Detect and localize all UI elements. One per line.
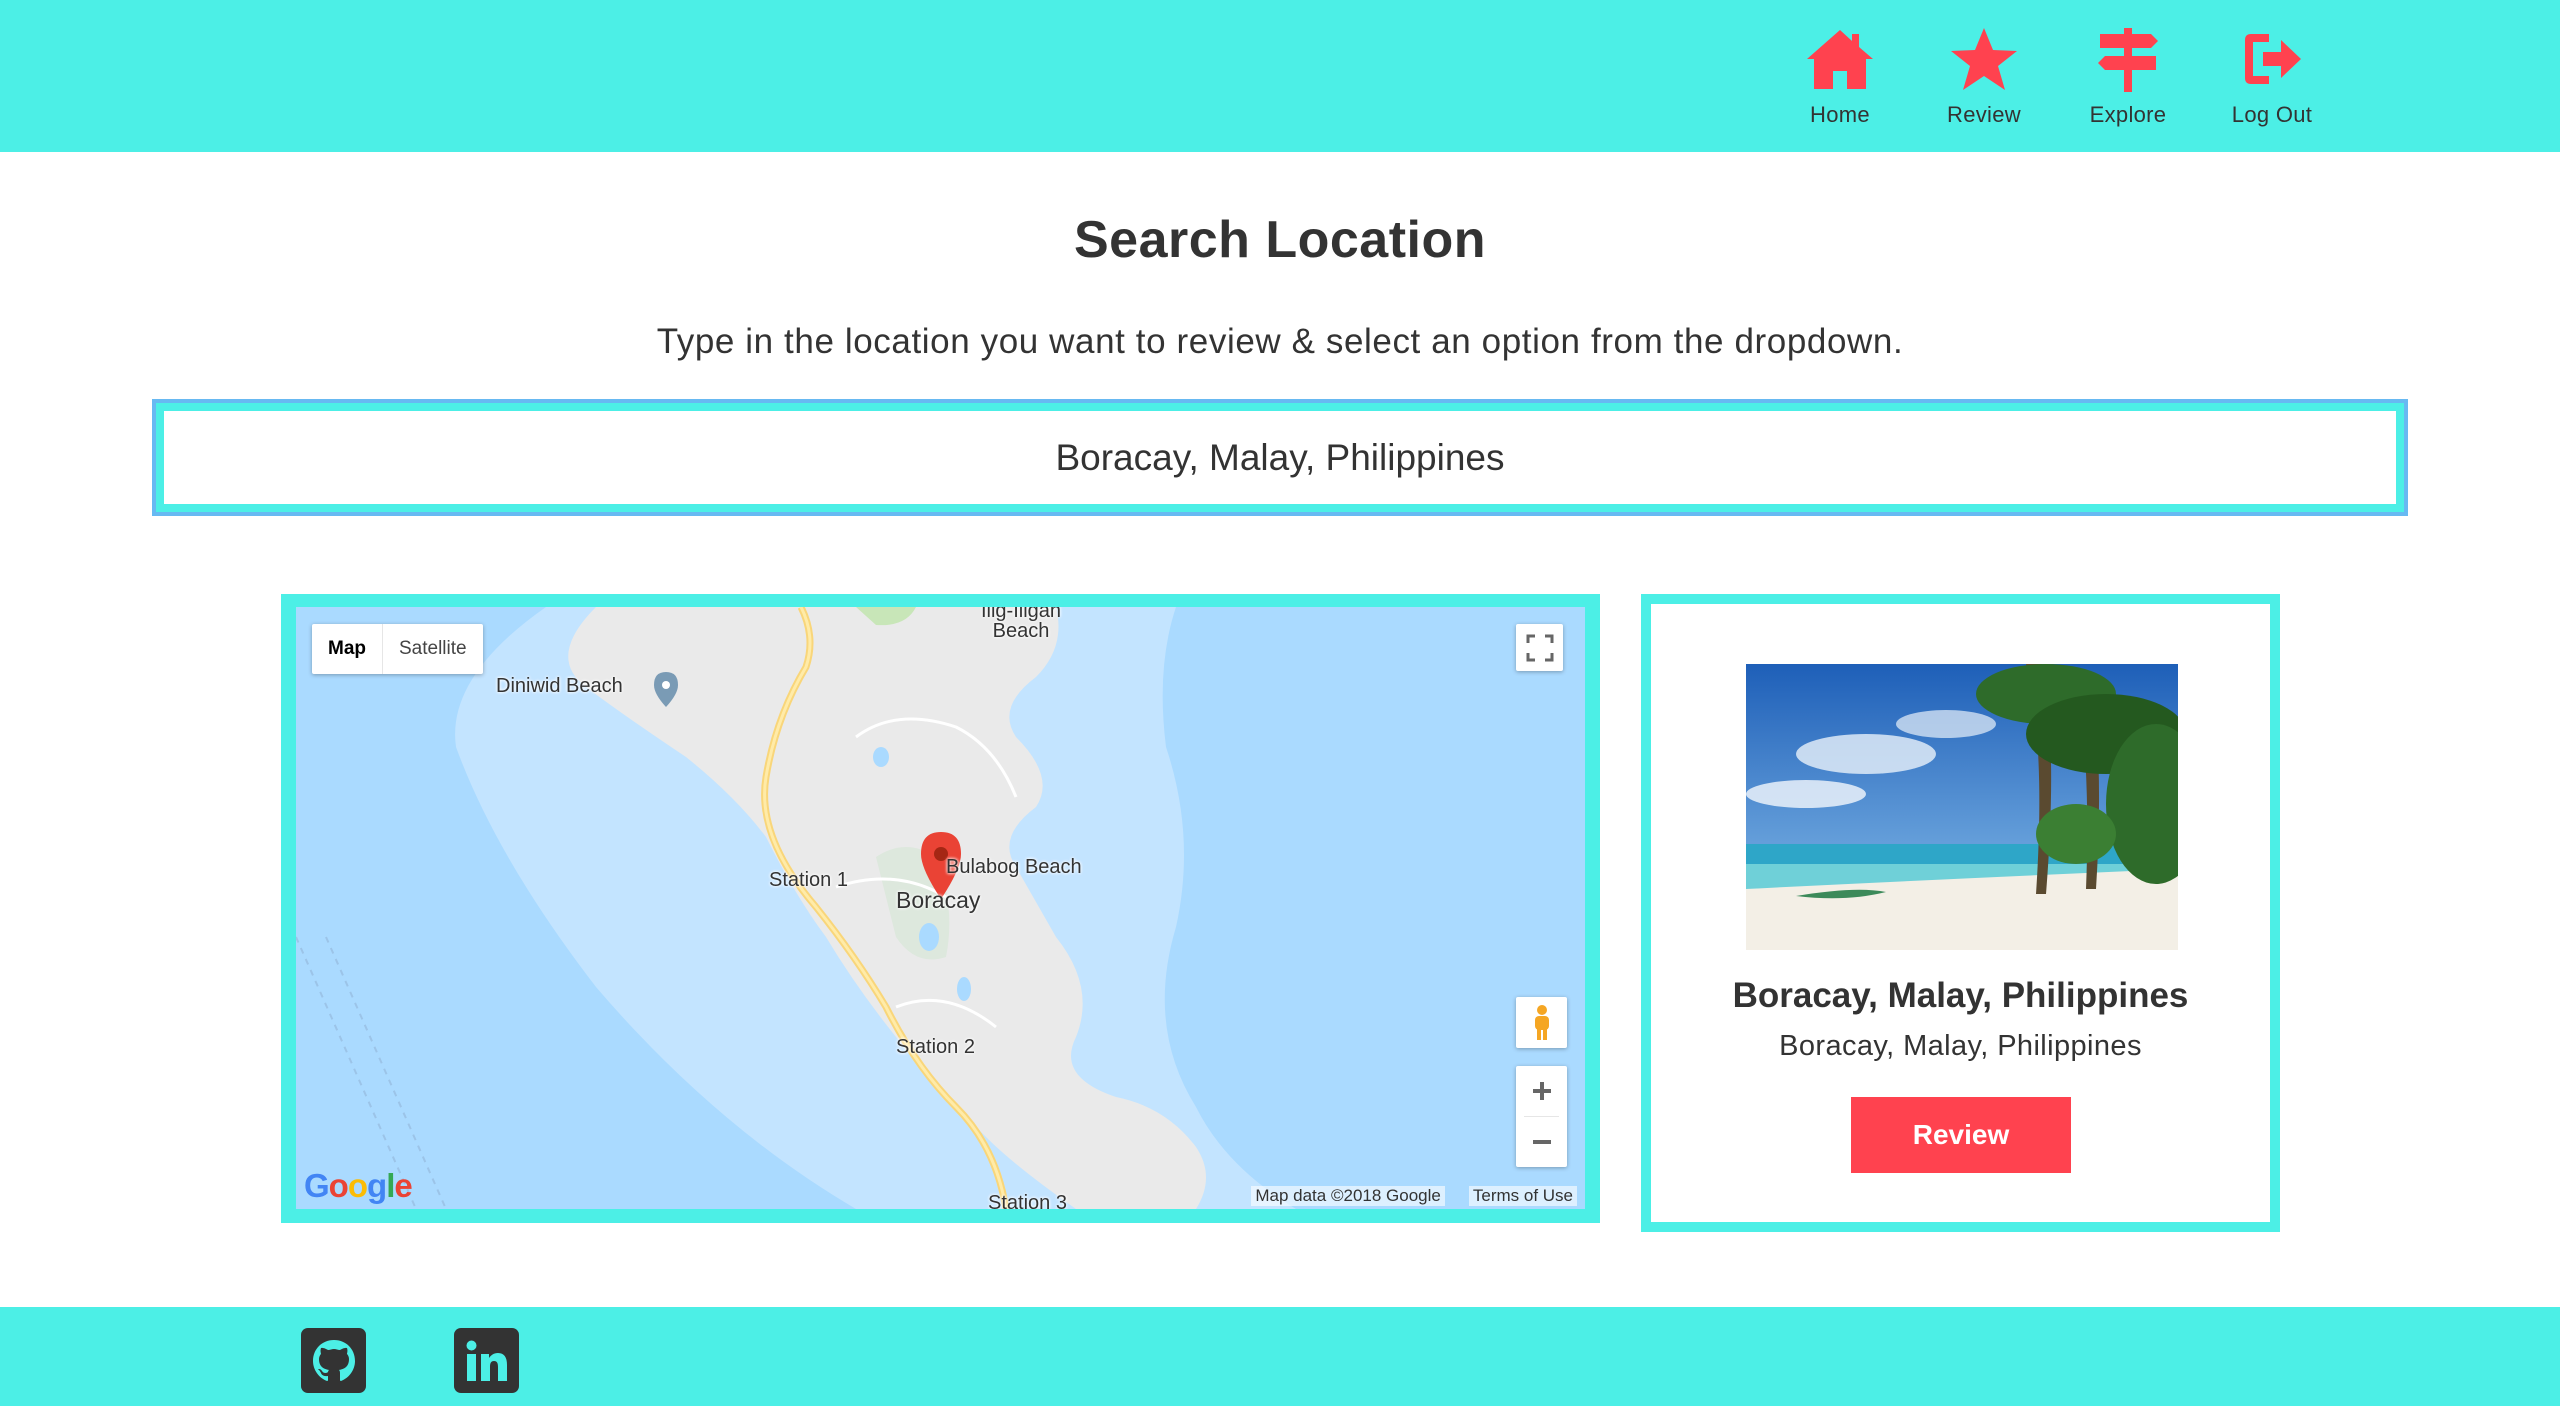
map-label-station-1: Station 1	[769, 869, 848, 891]
nav-logout[interactable]: Log Out	[2207, 26, 2337, 128]
zoom-out-button[interactable]	[1516, 1117, 1567, 1167]
location-photo	[1746, 664, 2178, 950]
terms-of-use-link[interactable]: Terms of Use	[1468, 1186, 1577, 1206]
pegman-icon	[1534, 1004, 1549, 1040]
page-title: Search Location	[1073, 211, 1487, 269]
nav-explore-label: Explore	[2089, 102, 2167, 127]
map-attribution: Map data ©2018 Google Terms of Use	[1251, 1186, 1577, 1206]
github-icon	[312, 1339, 355, 1381]
street-view-button[interactable]	[1516, 997, 1567, 1048]
logout-icon	[2245, 34, 2301, 84]
zoom-in-button[interactable]	[1516, 1066, 1567, 1116]
nav-home[interactable]: Home	[1775, 26, 1905, 128]
nav-review-label: Review	[1947, 102, 2021, 127]
home-icon	[1807, 30, 1873, 89]
nav-home-label: Home	[1810, 102, 1870, 127]
map-type-control: Map Satellite	[312, 624, 483, 674]
github-link[interactable]	[301, 1328, 366, 1393]
map-type-map[interactable]: Map	[312, 624, 383, 674]
location-card-subtitle: Boracay, Malay, Philippines	[1779, 1030, 2142, 1062]
nav-explore[interactable]: Explore	[2063, 26, 2193, 128]
google-logo[interactable]: Google	[304, 1167, 413, 1205]
map-label-station-2: Station 2	[896, 1036, 975, 1058]
map-type-satellite[interactable]: Satellite	[383, 624, 483, 674]
review-button[interactable]: Review	[1851, 1097, 2071, 1173]
search-box	[152, 399, 2408, 516]
map-label-diniwid-beach: Diniwid Beach	[496, 675, 623, 697]
map-label-boracay: Boracay	[896, 887, 981, 913]
location-search-input[interactable]	[164, 411, 2396, 504]
map-data-credit: Map data ©2018 Google	[1251, 1186, 1445, 1206]
page-subtitle: Type in the location you want to review …	[656, 322, 1904, 361]
google-map[interactable]: Diniwid Beach Station 1 Boracay Bulabog …	[296, 607, 1585, 1209]
map-label-station-3: Station 3	[988, 1192, 1067, 1209]
star-icon	[1951, 28, 2017, 90]
fullscreen-button[interactable]	[1516, 624, 1563, 671]
map-container: Diniwid Beach Station 1 Boracay Bulabog …	[281, 594, 1600, 1223]
location-card: Boracay, Malay, Philippines Boracay, Mal…	[1641, 594, 2280, 1232]
linkedin-link[interactable]	[454, 1328, 519, 1393]
nav-review[interactable]: Review	[1919, 26, 2049, 128]
minus-icon	[1532, 1140, 1551, 1144]
fullscreen-icon	[1526, 634, 1553, 661]
linkedin-icon	[466, 1340, 507, 1381]
signpost-icon	[2098, 28, 2158, 92]
footer	[0, 1307, 2560, 1406]
map-label-ilig-iligan-beach: Ilig-Iligan Beach	[980, 607, 1062, 642]
nav-logout-label: Log Out	[2231, 102, 2313, 127]
plus-icon	[1532, 1082, 1551, 1100]
location-card-title: Boracay, Malay, Philippines	[1732, 976, 2189, 1015]
top-nav-bar: Home Review Explore Log Out	[0, 0, 2560, 152]
map-label-bulabog-beach: Bulabog Beach	[946, 856, 1082, 878]
zoom-control	[1516, 1066, 1567, 1167]
